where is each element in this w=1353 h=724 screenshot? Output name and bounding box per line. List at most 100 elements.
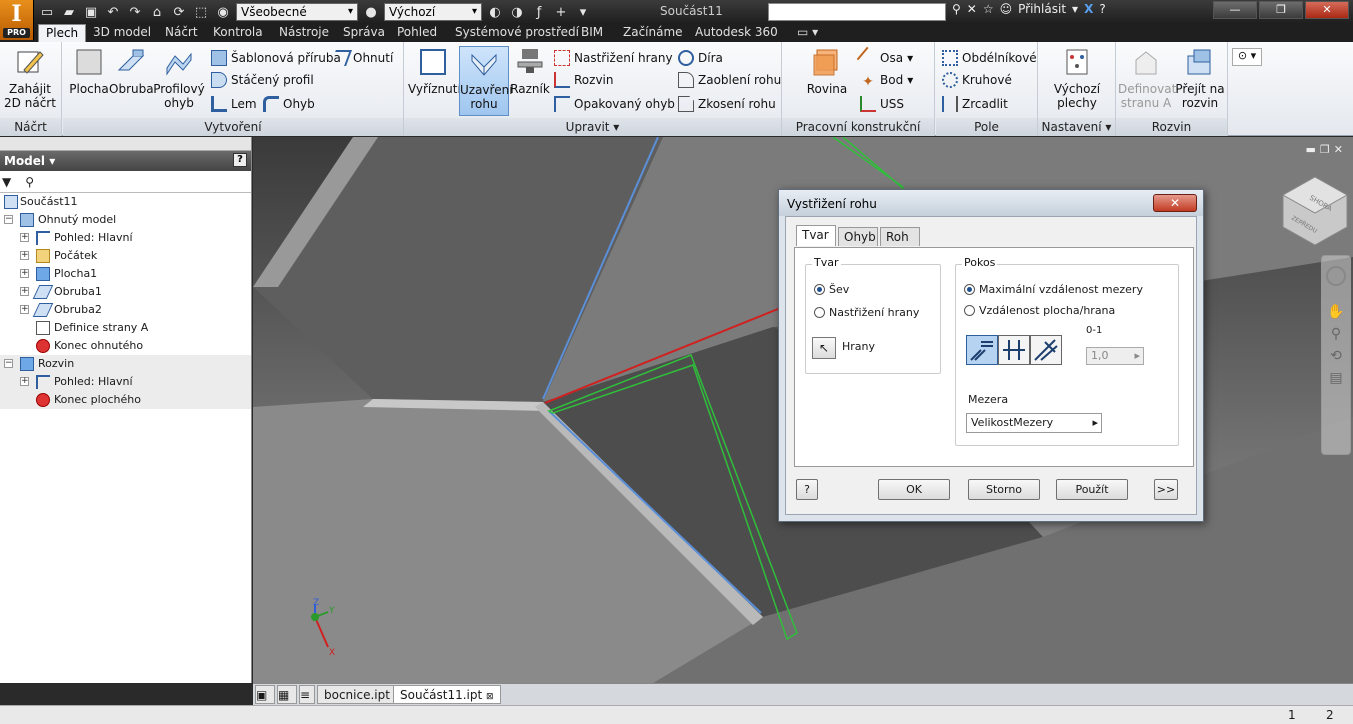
bend-button[interactable]: Ohyb: [263, 94, 315, 114]
ok-button[interactable]: OK: [878, 479, 950, 500]
rip-button[interactable]: Nastřižení hrany: [554, 48, 673, 68]
close-window-button[interactable]: ✕: [1305, 1, 1349, 19]
edges-select-button[interactable]: ↖: [812, 337, 836, 359]
gap-field[interactable]: VelikostMezery ▸: [966, 413, 1102, 433]
tree-item[interactable]: + Počátek: [0, 247, 251, 265]
dialog-title-bar[interactable]: Vystřižení rohu ✕: [779, 190, 1203, 216]
tab-systemove-prostredi[interactable]: Systémové prostředí: [448, 24, 586, 42]
tree-expander-icon[interactable]: +: [20, 251, 29, 260]
tree-expander-icon[interactable]: +: [20, 305, 29, 314]
exchange-icon[interactable]: X: [1084, 2, 1093, 16]
corner-round-button[interactable]: Zaoblení rohu: [678, 70, 781, 90]
work-plane-button[interactable]: Rovina: [804, 46, 850, 96]
rectangular-pattern-button[interactable]: Obdélníkové: [942, 48, 1037, 68]
help-icon[interactable]: ?: [1099, 2, 1105, 16]
work-axis-button[interactable]: Osa ▾: [856, 46, 913, 70]
apply-button[interactable]: Použít: [1056, 479, 1128, 500]
lofted-flange-button[interactable]: Šablonová příruba: [211, 48, 341, 68]
tab-zaciname[interactable]: Začínáme: [616, 24, 690, 42]
tree-item[interactable]: + Obruba2: [0, 301, 251, 319]
help-search-input[interactable]: [768, 3, 946, 21]
tree-expander-icon[interactable]: +: [20, 233, 29, 242]
new-file-icon[interactable]: ▭: [38, 3, 56, 21]
find-icon[interactable]: ⚲: [25, 175, 34, 189]
panel-title-upravit[interactable]: Upravit ▾: [404, 118, 781, 136]
color-wheel-icon[interactable]: ●: [362, 3, 380, 21]
tools-icon[interactable]: ✕: [967, 2, 977, 16]
home-icon[interactable]: ⌂: [148, 3, 166, 21]
tree-item[interactable]: + Pohled: Hlavní: [0, 229, 251, 247]
browser-help-icon[interactable]: ?: [233, 153, 247, 167]
go-to-flat-pattern-button[interactable]: Přejít na rozvin: [1174, 46, 1226, 110]
tab-menu-icon[interactable]: ≡: [299, 685, 315, 704]
material-sphere-icon[interactable]: ◉: [214, 3, 232, 21]
open-folder-icon[interactable]: ▰: [60, 3, 78, 21]
tab-nacrt[interactable]: Náčrt: [158, 24, 205, 42]
face-button[interactable]: Plocha: [67, 46, 111, 96]
tree-item[interactable]: − Ohnutý model: [0, 211, 251, 229]
tree-expander-icon[interactable]: −: [4, 359, 13, 368]
plus-icon[interactable]: +: [552, 3, 570, 21]
unfold-button[interactable]: Rozvin: [554, 70, 613, 90]
pan-icon[interactable]: ✋: [1322, 304, 1350, 320]
steering-wheel-icon[interactable]: [1326, 266, 1346, 286]
tab-roh[interactable]: Roh: [880, 227, 920, 246]
minimize-button[interactable]: —: [1213, 1, 1257, 19]
zoom-icon[interactable]: ⚲: [1322, 326, 1350, 342]
hem-button[interactable]: Lem: [211, 94, 257, 114]
overlap-gap-button[interactable]: [998, 335, 1030, 365]
contour-flange-button[interactable]: Profilový ohyb: [153, 46, 205, 110]
tab-bim[interactable]: BIM: [574, 24, 610, 42]
more-button[interactable]: >>: [1154, 479, 1178, 500]
browser-title-bar[interactable]: Model ▾ ?: [0, 151, 251, 171]
tree-item[interactable]: + Plocha1: [0, 265, 251, 283]
tree-expander-icon[interactable]: −: [4, 215, 13, 224]
user-icon[interactable]: ☺: [1000, 2, 1013, 16]
tree-expander-icon[interactable]: +: [20, 377, 29, 386]
appearance-combo[interactable]: Výchozí: [384, 3, 482, 21]
tab-plech[interactable]: Plech: [38, 24, 87, 42]
tree-item[interactable]: − Rozvin: [0, 355, 251, 373]
star-icon[interactable]: ☆: [983, 2, 994, 16]
cascade-icon[interactable]: ▣: [255, 685, 275, 704]
binoculars-icon[interactable]: ⚲: [952, 2, 961, 16]
ribbon-options-icon[interactable]: ▭ ▾: [790, 24, 825, 42]
doc-tab-soucast11[interactable]: Součást11.ipt ⊠: [393, 685, 501, 704]
ucs-button[interactable]: USS: [860, 94, 904, 114]
tree-item[interactable]: Konec ohnutého: [0, 337, 251, 355]
save-icon[interactable]: ▣: [82, 3, 100, 21]
flange-button[interactable]: Obruba: [109, 46, 154, 96]
tile-icon[interactable]: ▦: [277, 685, 297, 704]
application-menu-button[interactable]: I PRO: [0, 0, 34, 40]
tree-item[interactable]: Definice strany A: [0, 319, 251, 337]
tree-root[interactable]: Součást11: [0, 193, 251, 211]
start-2d-sketch-button[interactable]: Zahájit 2D náčrt: [2, 46, 58, 110]
dropdown-icon[interactable]: ▾: [1072, 2, 1078, 16]
viewport-window-controls[interactable]: ▬❐✕: [1306, 143, 1347, 156]
rip-radio[interactable]: Nastřižení hrany: [814, 306, 919, 319]
tab-sprava[interactable]: Správa: [336, 24, 392, 42]
rolled-profile-button[interactable]: Stáčený profil: [211, 70, 314, 90]
style-combo[interactable]: Všeobecné: [236, 3, 358, 21]
cut-button[interactable]: Vyříznutí: [408, 46, 461, 96]
adjust-icon[interactable]: ◐: [486, 3, 504, 21]
dialog-help-button[interactable]: ?: [796, 479, 818, 500]
circular-pattern-button[interactable]: Kruhové: [942, 70, 1012, 90]
undo-icon[interactable]: ↶: [104, 3, 122, 21]
tab-pohled[interactable]: Pohled: [390, 24, 444, 42]
seam-radio[interactable]: Šev: [814, 283, 849, 296]
tab-ohyb[interactable]: Ohyb: [838, 227, 878, 246]
tab-tvar[interactable]: Tvar: [796, 225, 836, 246]
customize-qat-icon[interactable]: ▾: [574, 3, 592, 21]
mirror-button[interactable]: Zrcadlit: [942, 94, 1008, 114]
symmetric-gap-button[interactable]: [966, 335, 998, 365]
tab-close-icon[interactable]: ⊠: [486, 692, 494, 702]
refold-button[interactable]: Opakovaný ohyb: [554, 94, 675, 114]
face-edge-radio[interactable]: Vzdálenost plocha/hrana: [964, 304, 1115, 317]
filter-icon[interactable]: ▼: [2, 175, 11, 189]
tab-3d-model[interactable]: 3D model: [86, 24, 158, 42]
orbit-icon[interactable]: ⟲: [1322, 348, 1350, 364]
cancel-button[interactable]: Storno: [968, 479, 1040, 500]
fold-button[interactable]: Ohnutí: [330, 48, 393, 68]
define-a-side-button[interactable]: Definovat stranu A: [1118, 46, 1176, 110]
